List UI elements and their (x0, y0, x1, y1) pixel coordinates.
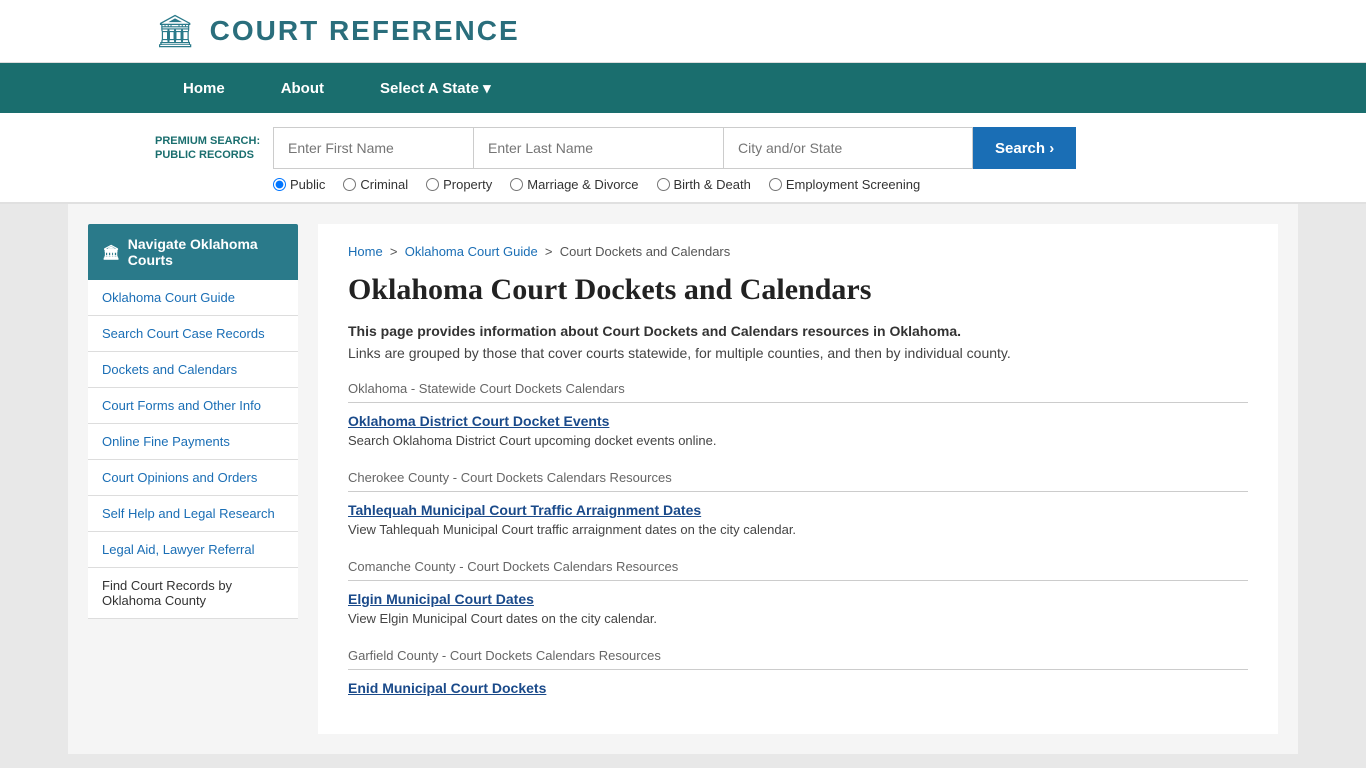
resource-entry-2-0: Elgin Municipal Court Dates View Elgin Mu… (348, 591, 1248, 630)
resource-link-0-0[interactable]: Oklahoma District Court Docket Events (348, 413, 609, 429)
resource-entry-0-0: Oklahoma District Court Docket Events Sea… (348, 413, 1248, 452)
section-header-2: Comanche County - Court Dockets Calendar… (348, 559, 1248, 581)
nav-home[interactable]: Home (155, 63, 253, 113)
section-3: Garfield County - Court Dockets Calendar… (348, 648, 1248, 700)
breadcrumb-home[interactable]: Home (348, 244, 383, 259)
logo-icon: 🏛 (155, 12, 196, 50)
search-button[interactable]: Search › (973, 127, 1076, 169)
resource-desc-1-0: View Tahlequah Municipal Court traffic a… (348, 522, 1248, 537)
main-nav: Home About Select A State ▾ (0, 63, 1366, 113)
breadcrumb-current: Court Dockets and Calendars (560, 244, 731, 259)
resource-desc-2-0: View Elgin Municipal Court dates on the … (348, 611, 1248, 626)
sidebar-link-search-records[interactable]: Search Court Case Records (88, 316, 298, 352)
radio-public[interactable]: Public (273, 177, 325, 192)
search-city-input[interactable] (723, 127, 973, 169)
resource-desc-0-0: Search Oklahoma District Court upcoming … (348, 433, 1248, 448)
sidebar-header: 🏛 Navigate Oklahoma Courts (88, 224, 298, 280)
breadcrumb: Home > Oklahoma Court Guide > Court Dock… (348, 244, 1248, 259)
search-area: PREMIUM SEARCH: PUBLIC RECORDS Search › … (0, 113, 1366, 204)
sidebar: 🏛 Navigate Oklahoma Courts Oklahoma Cour… (88, 224, 298, 734)
search-last-name-input[interactable] (473, 127, 723, 169)
section-header-1: Cherokee County - Court Dockets Calendar… (348, 470, 1248, 492)
sidebar-link-self-help[interactable]: Self Help and Legal Research (88, 496, 298, 532)
main-content-area: 🏛 Navigate Oklahoma Courts Oklahoma Cour… (68, 204, 1298, 754)
sidebar-link-court-forms[interactable]: Court Forms and Other Info (88, 388, 298, 424)
page-title: Oklahoma Court Dockets and Calendars (348, 273, 1248, 307)
resource-link-1-0[interactable]: Tahlequah Municipal Court Traffic Arraig… (348, 502, 701, 518)
page-intro-normal: Links are grouped by those that cover co… (348, 345, 1248, 361)
sidebar-footer: Find Court Records by Oklahoma County (88, 568, 298, 619)
radio-employment[interactable]: Employment Screening (769, 177, 920, 192)
site-title: COURT REFERENCE (210, 15, 520, 47)
radio-birth[interactable]: Birth & Death (657, 177, 751, 192)
radio-marriage[interactable]: Marriage & Divorce (510, 177, 638, 192)
search-first-name-input[interactable] (273, 127, 473, 169)
section-header-0: Oklahoma - Statewide Court Dockets Calen… (348, 381, 1248, 403)
nav-about[interactable]: About (253, 63, 352, 113)
resource-link-2-0[interactable]: Elgin Municipal Court Dates (348, 591, 534, 607)
section-0: Oklahoma - Statewide Court Dockets Calen… (348, 381, 1248, 452)
resource-link-3-0[interactable]: Enid Municipal Court Dockets (348, 680, 546, 696)
sidebar-link-dockets[interactable]: Dockets and Calendars (88, 352, 298, 388)
sidebar-link-fine-payments[interactable]: Online Fine Payments (88, 424, 298, 460)
resource-entry-3-0: Enid Municipal Court Dockets (348, 680, 1248, 700)
page-intro-bold: This page provides information about Cou… (348, 323, 1248, 339)
nav-select-state[interactable]: Select A State ▾ (352, 63, 519, 113)
premium-label: PREMIUM SEARCH: PUBLIC RECORDS (155, 134, 265, 163)
resource-entry-1-0: Tahlequah Municipal Court Traffic Arraig… (348, 502, 1248, 541)
site-header: 🏛 COURT REFERENCE (0, 0, 1366, 63)
radio-property[interactable]: Property (426, 177, 492, 192)
sidebar-link-court-guide[interactable]: Oklahoma Court Guide (88, 280, 298, 316)
search-radio-group: Public Criminal Property Marriage & Divo… (155, 177, 1346, 192)
radio-criminal[interactable]: Criminal (343, 177, 408, 192)
sidebar-link-opinions[interactable]: Court Opinions and Orders (88, 460, 298, 496)
sidebar-link-legal-aid[interactable]: Legal Aid, Lawyer Referral (88, 532, 298, 568)
breadcrumb-guide[interactable]: Oklahoma Court Guide (405, 244, 538, 259)
sidebar-header-label: Navigate Oklahoma Courts (128, 236, 284, 268)
section-header-3: Garfield County - Court Dockets Calendar… (348, 648, 1248, 670)
sidebar-header-icon: 🏛 (102, 244, 120, 261)
sections-container: Oklahoma - Statewide Court Dockets Calen… (348, 381, 1248, 700)
main-content: Home > Oklahoma Court Guide > Court Dock… (318, 224, 1278, 734)
section-1: Cherokee County - Court Dockets Calendar… (348, 470, 1248, 541)
section-2: Comanche County - Court Dockets Calendar… (348, 559, 1248, 630)
